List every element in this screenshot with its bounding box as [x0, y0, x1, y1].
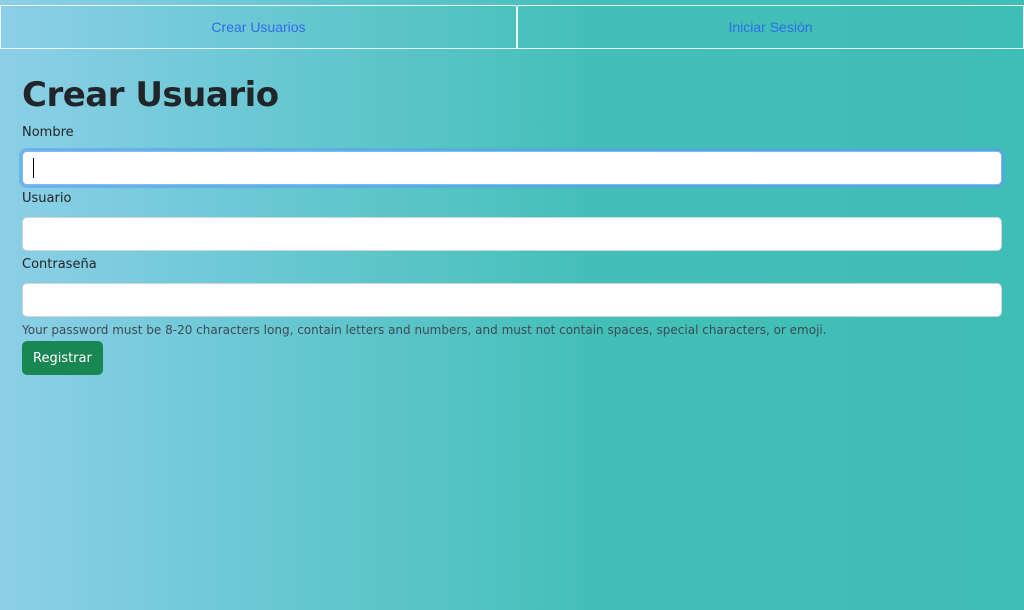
tab-crear-usuarios[interactable]: Crear Usuarios [0, 5, 517, 49]
page-title: Crear Usuario [22, 75, 279, 115]
create-user-form: Crear Usuario Nombre Usuario Contraseña … [22, 72, 1002, 375]
nombre-input[interactable] [22, 151, 1002, 185]
tab-iniciar-sesion[interactable]: Iniciar Sesión [517, 5, 1024, 49]
contrasena-label: Contraseña [22, 257, 97, 272]
top-nav: Crear Usuarios Iniciar Sesión [0, 5, 1024, 49]
usuario-label: Usuario [22, 191, 72, 206]
tab-crear-usuarios-label: Crear Usuarios [211, 19, 306, 35]
text-cursor [33, 158, 34, 178]
tab-iniciar-sesion-label: Iniciar Sesión [728, 19, 813, 35]
contrasena-input[interactable] [22, 283, 1002, 317]
registrar-button[interactable]: Registrar [22, 341, 103, 375]
usuario-input[interactable] [22, 217, 1002, 251]
password-help-text: Your password must be 8-20 characters lo… [22, 323, 827, 337]
nombre-field-wrapper [22, 151, 1002, 185]
nombre-label: Nombre [22, 125, 74, 140]
